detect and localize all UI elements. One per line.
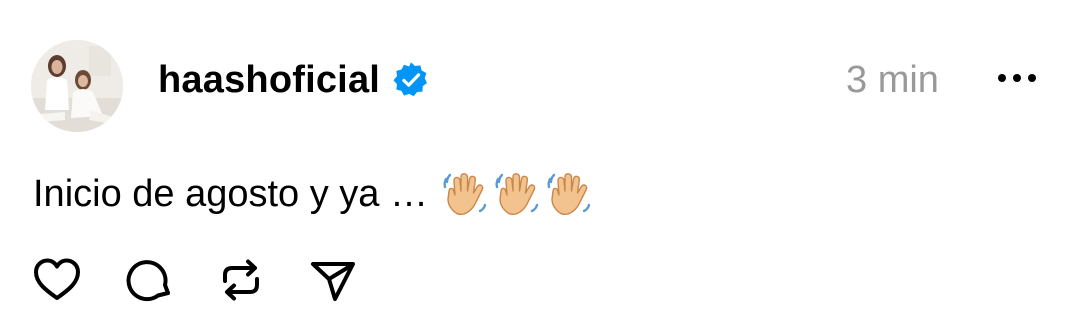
- post-actions: [30, 252, 398, 312]
- share-button[interactable]: [306, 255, 360, 309]
- caption-text: Inicio de agosto y ya …: [33, 172, 428, 215]
- heart-icon: [32, 255, 82, 310]
- repost-button[interactable]: [214, 255, 268, 309]
- comment-button[interactable]: [122, 255, 176, 309]
- waving-hand-icon: [544, 169, 594, 219]
- username-link[interactable]: haashoficial: [158, 59, 380, 102]
- post-caption: Inicio de agosto y ya …: [33, 166, 596, 222]
- verified-badge-icon: [392, 61, 430, 99]
- timestamp: 3 min: [846, 59, 939, 101]
- comment-icon: [124, 255, 174, 310]
- waving-hand-icon: [492, 169, 542, 219]
- send-icon: [308, 255, 358, 310]
- like-button[interactable]: [30, 255, 84, 309]
- repost-icon: [216, 255, 266, 310]
- waving-hand-icon: [440, 169, 490, 219]
- post-header: haashoficial: [158, 52, 430, 108]
- avatar[interactable]: [31, 40, 123, 132]
- thread-post: haashoficial 3 min Inicio de agosto y ya…: [0, 0, 1080, 330]
- more-options-icon[interactable]: [994, 66, 1040, 90]
